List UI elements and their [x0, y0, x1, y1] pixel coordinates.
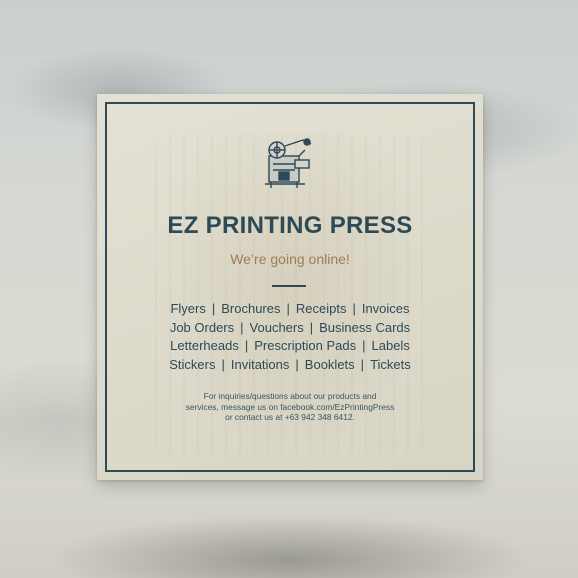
service-item: Letterheads [170, 338, 239, 354]
separator: | [362, 338, 366, 354]
services-row: Stickers | Invitations | Booklets | Tickets [97, 356, 483, 375]
divider [272, 285, 306, 287]
service-item: Booklets [304, 356, 355, 372]
printing-press-icon [265, 138, 312, 188]
service-item: Prescription Pads [254, 338, 357, 354]
service-item: Business Cards [319, 319, 411, 335]
contact-line: or contact us at +63 942 348 6412. [225, 412, 355, 423]
separator: | [240, 319, 244, 335]
separator: | [211, 301, 216, 316]
poster-subtitle: We’re going online! [230, 251, 350, 267]
contact-line: services, message us on facebook.com/EzP… [185, 401, 395, 412]
contact-info: For inquiries/questions about our produc… [157, 391, 423, 423]
services-row: Job Orders | Vouchers | Business Cards [97, 319, 483, 338]
poster-card: EZ PRINTING PRESS We’re going online! Fl… [97, 94, 483, 480]
services-list: Flyers | Brochures | Receipts | Invoices Job O… [97, 300, 483, 374]
separator: | [309, 319, 314, 335]
separator: | [360, 356, 365, 372]
service-item: Tickets [370, 356, 411, 372]
service-item: Receipts [295, 301, 347, 316]
separator: | [221, 356, 225, 372]
service-item: Flyers [170, 301, 206, 316]
service-item: Job Orders [169, 319, 235, 335]
separator: | [244, 338, 249, 354]
service-item: Invitations [230, 356, 290, 372]
service-item: Labels [371, 338, 410, 354]
services-row: Flyers | Brochures | Receipts | Invoices [97, 300, 483, 319]
services-row: Letterheads | Prescription Pads | Labels [97, 337, 483, 356]
service-item: Vouchers [249, 319, 304, 335]
service-item: Stickers [169, 356, 216, 372]
service-item: Brochures [221, 301, 281, 316]
service-item: Invoices [361, 301, 410, 316]
separator: | [352, 301, 356, 316]
contact-line: For inquiries/questions about our produc… [203, 391, 377, 401]
poster-title: EZ PRINTING PRESS [167, 212, 413, 239]
separator: | [295, 356, 299, 372]
separator: | [286, 301, 290, 316]
